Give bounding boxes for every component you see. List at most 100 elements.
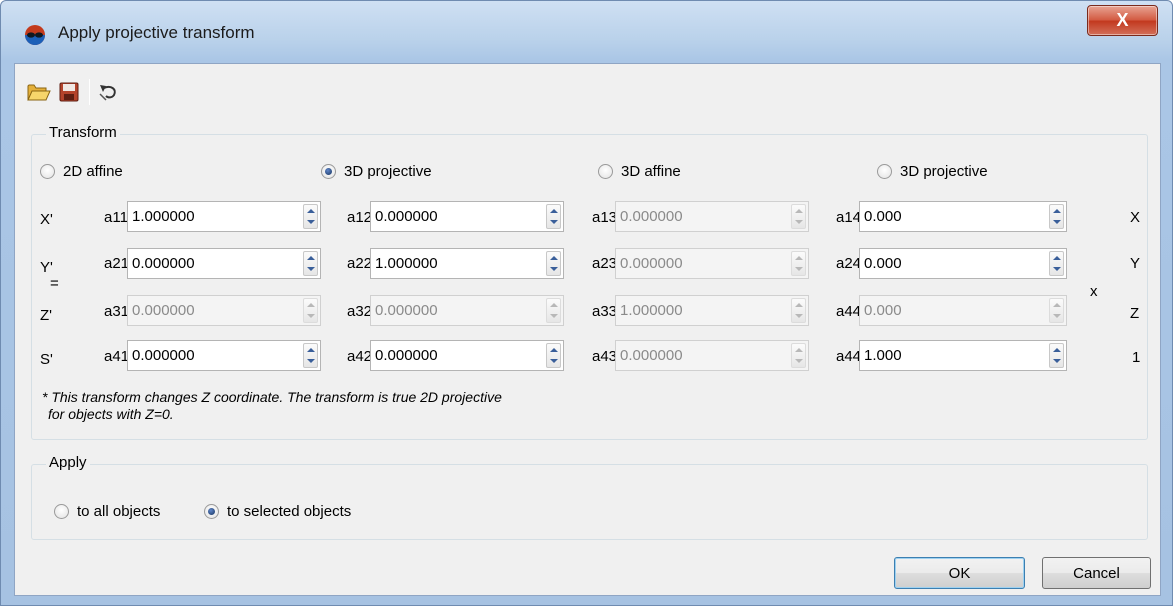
folder-open-icon bbox=[27, 84, 51, 101]
spin-value: 0.000000 bbox=[132, 302, 195, 319]
spin-arrows bbox=[791, 251, 806, 276]
spin-a21[interactable]: 0.000000 bbox=[127, 248, 321, 279]
spin-value: 0.000000 bbox=[620, 208, 683, 225]
mode-2d-affine[interactable]: 2D affine bbox=[40, 163, 123, 180]
radio-label: 3D projective bbox=[344, 163, 432, 180]
cell-label: a43 bbox=[592, 348, 618, 365]
cell-label: a21 bbox=[104, 255, 130, 272]
title-bar: Apply projective transform X bbox=[1, 1, 1172, 61]
spin-a34: 0.000 bbox=[859, 295, 1067, 326]
spin-a43: 0.000000 bbox=[615, 340, 809, 371]
spin-a13: 0.000000 bbox=[615, 201, 809, 232]
var-one: 1 bbox=[1132, 349, 1141, 366]
app-logo-icon bbox=[25, 25, 45, 45]
open-button[interactable] bbox=[25, 78, 53, 106]
dialog-window: Apply projective transform X Transform 2… bbox=[0, 0, 1173, 606]
spin-arrows[interactable] bbox=[303, 204, 318, 229]
spin-arrows bbox=[791, 343, 806, 368]
radio-circle bbox=[54, 504, 69, 519]
spin-value: 0.000 bbox=[864, 255, 902, 272]
close-icon: X bbox=[1116, 10, 1129, 30]
spin-a12[interactable]: 0.000000 bbox=[370, 201, 564, 232]
spin-a24[interactable]: 0.000 bbox=[859, 248, 1067, 279]
cell-label: a23 bbox=[592, 255, 618, 272]
radio-label: to selected objects bbox=[227, 503, 352, 520]
cell-label: a12 bbox=[347, 209, 373, 226]
apply-group-label: Apply bbox=[46, 454, 90, 471]
spin-a42[interactable]: 0.000000 bbox=[370, 340, 564, 371]
mode-3d-affine[interactable]: 3D affine bbox=[598, 163, 681, 180]
spin-value: 0.000000 bbox=[132, 347, 195, 364]
floppy-disk-icon bbox=[59, 82, 79, 102]
mode-3d-projective[interactable]: 3D projective bbox=[321, 163, 432, 180]
reset-button[interactable] bbox=[94, 78, 122, 106]
spin-a31: 0.000000 bbox=[127, 295, 321, 326]
spin-arrows bbox=[791, 298, 806, 323]
var-x: X bbox=[1130, 209, 1141, 226]
spin-value: 0.000000 bbox=[375, 347, 438, 364]
spin-value: 1.000 bbox=[864, 347, 902, 364]
toolbar bbox=[25, 76, 124, 108]
mode-3d-projective-alt[interactable]: 3D projective bbox=[877, 163, 988, 180]
spin-value: 0.000 bbox=[864, 302, 902, 319]
transform-note: * This transform changes Z coordinate. T… bbox=[42, 389, 502, 423]
var-x-prime: X' bbox=[40, 211, 53, 228]
var-s-prime: S' bbox=[40, 351, 53, 368]
spin-a33: 1.000000 bbox=[615, 295, 809, 326]
spin-arrows[interactable] bbox=[546, 204, 561, 229]
dialog-body: Transform 2D affine 3D projective 3D aff… bbox=[14, 63, 1161, 596]
spin-arrows[interactable] bbox=[303, 251, 318, 276]
spin-a14[interactable]: 0.000 bbox=[859, 201, 1067, 232]
spin-value: 0.000000 bbox=[132, 255, 195, 272]
cell-label: a31 bbox=[104, 303, 130, 320]
var-z-prime: Z' bbox=[40, 307, 53, 324]
save-button[interactable] bbox=[55, 78, 83, 106]
spin-value: 1.000000 bbox=[620, 302, 683, 319]
spin-value: 0.000 bbox=[864, 208, 902, 225]
transform-group: Transform 2D affine 3D projective 3D aff… bbox=[31, 124, 1148, 440]
spin-arrows bbox=[791, 204, 806, 229]
toolbar-separator bbox=[89, 79, 90, 105]
cell-label: a11 bbox=[104, 209, 128, 226]
spin-value: 0.000000 bbox=[620, 347, 683, 364]
spin-a44[interactable]: 1.000 bbox=[859, 340, 1067, 371]
close-button[interactable]: X bbox=[1087, 5, 1158, 36]
spin-a22[interactable]: 1.000000 bbox=[370, 248, 564, 279]
spin-arrows[interactable] bbox=[1049, 343, 1064, 368]
spin-arrows[interactable] bbox=[546, 251, 561, 276]
spin-a32: 0.000000 bbox=[370, 295, 564, 326]
radio-label: 3D projective bbox=[900, 163, 988, 180]
radio-circle-checked bbox=[321, 164, 336, 179]
spin-a11[interactable]: 1.000000 bbox=[127, 201, 321, 232]
spin-arrows bbox=[303, 298, 318, 323]
spin-arrows bbox=[546, 298, 561, 323]
cell-label: a14 bbox=[836, 209, 862, 226]
cell-label: a44 bbox=[836, 303, 862, 320]
apply-group: Apply to all objects to selected objects bbox=[31, 454, 1148, 540]
cancel-button[interactable]: Cancel bbox=[1042, 557, 1151, 589]
spin-arrows bbox=[1049, 298, 1064, 323]
equals-sign: = bbox=[50, 275, 59, 292]
spin-a41[interactable]: 0.000000 bbox=[127, 340, 321, 371]
spin-arrows[interactable] bbox=[1049, 251, 1064, 276]
note-line-2: for objects with Z=0. bbox=[48, 406, 174, 422]
transform-group-label: Transform bbox=[46, 124, 120, 141]
radio-label: 2D affine bbox=[63, 163, 123, 180]
note-line-1: * This transform changes Z coordinate. T… bbox=[42, 389, 502, 405]
apply-all-objects[interactable]: to all objects bbox=[54, 503, 160, 520]
window-title: Apply projective transform bbox=[58, 23, 255, 42]
radio-label: to all objects bbox=[77, 503, 161, 520]
spin-a23: 0.000000 bbox=[615, 248, 809, 279]
spin-arrows[interactable] bbox=[303, 343, 318, 368]
spin-value: 1.000000 bbox=[132, 208, 195, 225]
cell-label: a13 bbox=[592, 209, 618, 226]
spin-value: 0.000000 bbox=[375, 302, 438, 319]
spin-arrows[interactable] bbox=[1049, 204, 1064, 229]
cell-label: a22 bbox=[347, 255, 373, 272]
cell-label: a42 bbox=[347, 348, 373, 365]
var-y-prime: Y' bbox=[40, 259, 53, 276]
apply-selected-objects[interactable]: to selected objects bbox=[204, 503, 351, 520]
spin-value: 1.000000 bbox=[375, 255, 438, 272]
ok-button[interactable]: OK bbox=[894, 557, 1025, 589]
spin-arrows[interactable] bbox=[546, 343, 561, 368]
